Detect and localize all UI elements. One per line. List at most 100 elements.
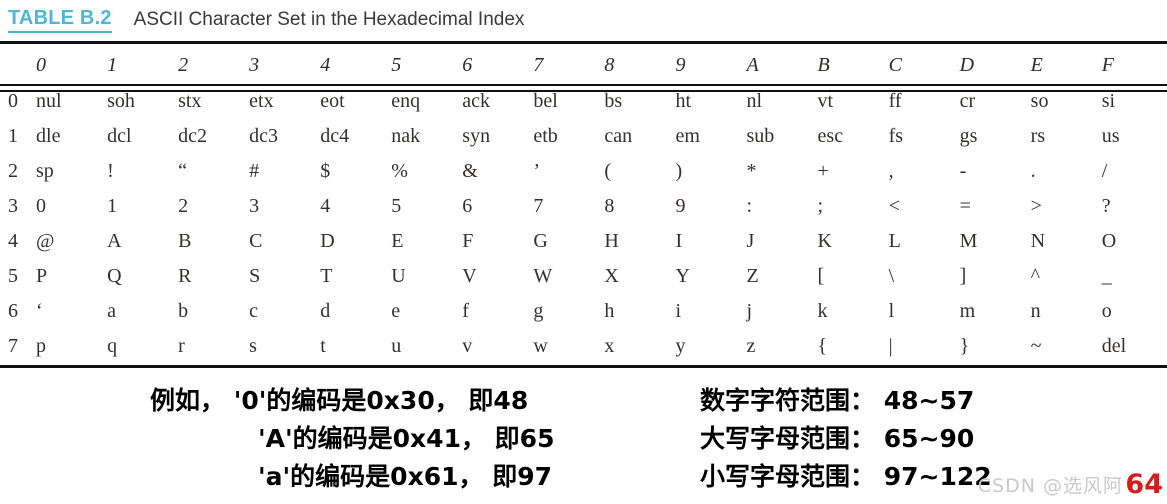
ascii-cell-6A: j <box>746 300 753 322</box>
ascii-cell-7F: del <box>1101 335 1127 357</box>
annotation-ranges: 数字字符范围： 48~57 大写字母范围： 65~90 小写字母范围： 97~1… <box>700 382 992 496</box>
column-header-D: D <box>959 53 975 76</box>
ascii-cell-74: t <box>320 335 326 357</box>
column-header-8: 8 <box>604 53 615 76</box>
ascii-cell-2F: / <box>1101 160 1108 182</box>
ascii-cell-50: P <box>36 265 48 287</box>
ascii-cell-35: 5 <box>391 195 402 217</box>
ascii-cell-41: A <box>107 230 122 252</box>
ascii-cell-31: 1 <box>107 195 118 217</box>
ascii-cell-78: x <box>604 335 615 357</box>
row-header-3: 3 <box>8 195 18 217</box>
ascii-cell-5D: ] <box>959 265 967 287</box>
ascii-cell-21: ! <box>107 160 114 182</box>
ascii-cell-4A: J <box>746 230 755 252</box>
ascii-cell-4F: O <box>1101 230 1117 252</box>
table-row: 6 ‘ a b c d e f g h i j k l m n o <box>0 294 1167 329</box>
table-head: 0 1 2 3 4 5 6 7 8 9 A B C D E F <box>0 46 1167 84</box>
ascii-cell-5A: Z <box>746 265 759 287</box>
ascii-cell-1D: gs <box>959 125 978 147</box>
ascii-cell-11: dcl <box>107 125 132 147</box>
annotation-example-line-2: 'A'的编码是0x41， 即65 <box>258 424 555 453</box>
ascii-cell-79: y <box>675 335 686 357</box>
ascii-cell-20: sp <box>36 160 54 182</box>
ascii-cell-37: 7 <box>533 195 544 217</box>
annotation-range-lowercase: 小写字母范围： 97~122 <box>700 462 992 491</box>
ascii-cell-56: V <box>462 265 477 287</box>
column-header-7: 7 <box>533 53 544 76</box>
column-header-9: 9 <box>675 53 686 76</box>
ascii-cell-43: C <box>249 230 263 252</box>
ascii-cell-0C: ff <box>888 90 902 112</box>
ascii-cell-7B: { <box>817 335 828 357</box>
ascii-cell-25: % <box>391 160 408 182</box>
ascii-cell-08: bs <box>604 90 623 112</box>
ascii-cell-51: Q <box>107 265 122 287</box>
ascii-cell-5B: [ <box>817 265 825 287</box>
ascii-cell-65: e <box>391 300 401 322</box>
ascii-cell-6C: l <box>888 300 895 322</box>
ascii-cell-75: u <box>391 335 402 357</box>
ascii-cell-09: ht <box>675 90 691 112</box>
row-header-6: 6 <box>8 300 18 322</box>
ascii-cell-70: p <box>36 335 47 357</box>
ascii-cell-6F: o <box>1101 300 1112 322</box>
ascii-cell-27: ’ <box>533 160 541 182</box>
table-row: 7 p q r s t u v w x y z {|} ~ del <box>0 329 1167 364</box>
ascii-cell-47: G <box>533 230 548 252</box>
ascii-cell-33: 3 <box>249 195 260 217</box>
ascii-cell-69: i <box>675 300 681 322</box>
ascii-cell-71: q <box>107 335 118 357</box>
ascii-cell-62: b <box>178 300 189 322</box>
column-header-5: 5 <box>391 53 402 76</box>
ascii-cell-05: enq <box>391 90 421 112</box>
ascii-cell-3D: = <box>959 195 971 217</box>
table-row: 2 sp! “ # $% & ’ () * +, -. / <box>0 154 1167 189</box>
ascii-cell-03: etx <box>249 90 274 112</box>
ascii-cell-55: U <box>391 265 406 287</box>
ascii-cell-4D: M <box>959 230 978 252</box>
ascii-character-table: 0123456789ABCDEF 0 nul soh stx etx eot enq ack b… <box>0 46 1167 364</box>
ascii-cell-2A: * <box>746 160 757 182</box>
ascii-cell-54: T <box>320 265 333 287</box>
ascii-cell-3A: : <box>746 195 753 217</box>
ascii-cell-1A: sub <box>746 125 775 147</box>
table-row: 4 @ A B C D E F G H I J K L M N O <box>0 224 1167 259</box>
table-header-row: 0 1 2 3 4 5 6 7 8 9 A B C D E F <box>0 46 1167 84</box>
column-header-E: E <box>1030 53 1043 76</box>
ascii-cell-45: E <box>391 230 404 252</box>
ascii-cell-3B: ; <box>817 195 824 217</box>
ascii-cell-02: stx <box>178 90 202 112</box>
ascii-cell-30: 0 <box>36 195 47 217</box>
ascii-cell-6E: n <box>1030 300 1041 322</box>
ascii-cell-2D: - <box>959 160 967 182</box>
ascii-cell-1C: fs <box>888 125 904 147</box>
ascii-cell-40: @ <box>36 230 55 252</box>
ascii-cell-77: w <box>533 335 548 357</box>
row-header-7: 7 <box>8 335 18 357</box>
annotation-examples: 例如， '0'的编码是0x30， 即48 'A'的编码是0x41， 即65 'a… <box>150 382 554 496</box>
ascii-cell-42: B <box>178 230 192 252</box>
ascii-cell-19: em <box>675 125 700 147</box>
ascii-cell-7A: z <box>746 335 756 357</box>
ascii-cell-67: g <box>533 300 544 322</box>
ascii-cell-28: ( <box>604 160 612 182</box>
ascii-cell-49: I <box>675 230 683 252</box>
ascii-cell-63: c <box>249 300 259 322</box>
ascii-cell-0B: vt <box>817 90 834 112</box>
table-title-row: TABLE B.2 ASCII Character Set in the Hex… <box>0 0 1167 40</box>
column-header-4: 4 <box>320 53 331 76</box>
ascii-cell-5E: ^ <box>1030 265 1041 287</box>
ascii-cell-29: ) <box>675 160 683 182</box>
ascii-cell-3C: < <box>888 195 900 217</box>
ascii-cell-44: D <box>320 230 335 252</box>
column-header-6: 6 <box>462 53 473 76</box>
ascii-cell-4B: K <box>817 230 832 252</box>
row-header-4: 4 <box>8 230 18 252</box>
annotation-range-digits: 数字字符范围： 48~57 <box>700 386 975 415</box>
row-header-1: 1 <box>8 125 18 147</box>
table-row: 3 0 1 2 3 4 5 6 7 8 9:; < = >? <box>0 189 1167 224</box>
ascii-cell-57: W <box>533 265 553 287</box>
ascii-cell-48: H <box>604 230 619 252</box>
table-corner-cell <box>0 46 30 84</box>
